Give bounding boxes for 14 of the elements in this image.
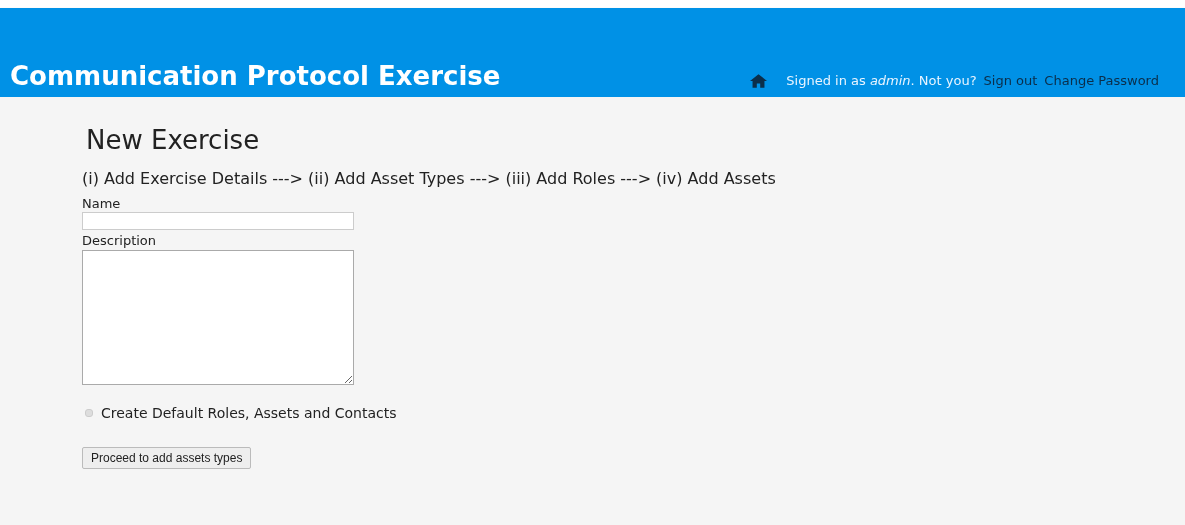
name-field[interactable] (82, 212, 354, 230)
proceed-button[interactable]: Proceed to add assets types (82, 447, 252, 469)
signed-in-text: Signed in as admin. Not you? (786, 73, 977, 88)
field-label: Description (82, 233, 157, 248)
checkbox-label: Create Default Roles, Assets and Contacts (101, 405, 397, 421)
home-icon[interactable] (750, 73, 768, 88)
header-link[interactable]: Change Password (1044, 73, 1159, 88)
steps-text: (i) Add Exercise Details ---> (ii) Add Asset Types ---> (iii) Add Roles ---> (iv) Add Assets (82, 169, 776, 188)
header-link[interactable]: Sign out (983, 73, 1038, 88)
description-field[interactable] (82, 250, 354, 385)
app-title: Communication Protocol Exercise (10, 60, 501, 92)
field-label: Name (82, 196, 121, 211)
page-heading: New Exercise (86, 125, 260, 155)
checkbox[interactable] (85, 409, 93, 417)
